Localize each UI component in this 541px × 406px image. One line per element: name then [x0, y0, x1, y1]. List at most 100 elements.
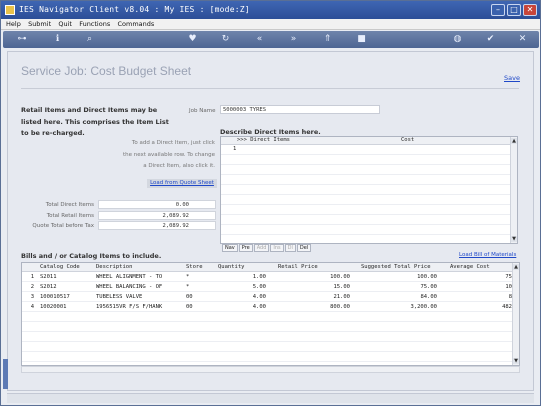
status-bar: [7, 393, 534, 403]
nav-button[interactable]: Nav: [222, 244, 238, 252]
page-title: Service Job: Cost Budget Sheet: [21, 64, 192, 78]
load-from-quote-sheet-button[interactable]: Load from Quote Sheet: [147, 179, 217, 188]
upload-icon[interactable]: ⇑: [321, 33, 334, 46]
table-row[interactable]: [221, 186, 511, 195]
heart-icon[interactable]: ♥: [186, 33, 199, 46]
description-cell: 1956515VR F/S F/HANK: [96, 304, 163, 310]
table-row[interactable]: 4 10020001 1956515VR F/S F/HANK 00 4.00 800.0…: [22, 303, 514, 312]
table-row[interactable]: [221, 226, 511, 235]
fast-forward-icon[interactable]: »: [287, 33, 300, 46]
scroll-up-icon[interactable]: ▲: [513, 264, 519, 270]
horizontal-scrollbar[interactable]: [21, 366, 520, 373]
retail-price-cell: 21.00: [333, 294, 350, 300]
store-cell: 00: [186, 304, 193, 310]
store-column: Store: [186, 264, 203, 270]
vertical-scrollbar[interactable]: ▲ ▼: [512, 263, 519, 365]
suggested-total-cell: 100.00: [417, 274, 437, 280]
table-row[interactable]: [221, 206, 511, 215]
total-direct-items-value: 0.00: [98, 200, 216, 209]
store-cell: *: [186, 284, 190, 290]
minimize-icon[interactable]: –: [491, 4, 505, 16]
retail-price-cell: 15.00: [333, 284, 350, 290]
stop-icon[interactable]: ■: [355, 33, 368, 46]
info-icon[interactable]: ℹ: [51, 33, 64, 46]
direct-items-heading: Describe Direct Items here.: [220, 128, 321, 136]
menu-help[interactable]: Help: [6, 19, 21, 30]
direct-items-grid[interactable]: >>> Direct Items Cost 1 ▲ ▼: [220, 136, 518, 244]
table-row[interactable]: [22, 323, 514, 332]
globe-icon[interactable]: ◍: [451, 33, 464, 46]
table-row[interactable]: [22, 353, 514, 362]
table-row[interactable]: [221, 176, 511, 185]
table-row[interactable]: 2 S2012 WHEEL BALANCING - OF * 5.00 15.00 75.0…: [22, 283, 514, 292]
menu-commands[interactable]: Commands: [117, 19, 154, 30]
row-number: 3: [30, 294, 34, 300]
average-cost-cell: 75: [505, 274, 512, 280]
app-window: IES Navigator Client v8.04 : My IES : [m…: [0, 0, 541, 406]
total-retail-items-value: 2,089.92: [98, 211, 216, 220]
save-link[interactable]: Save: [504, 74, 520, 82]
average-cost-column: Average Cost: [450, 264, 490, 270]
row-number: 1: [30, 274, 34, 280]
table-row[interactable]: [221, 166, 511, 175]
scroll-down-icon[interactable]: ▼: [511, 236, 517, 242]
average-cost-cell: 10: [505, 284, 512, 290]
description-cell: WHEEL BALANCING - OF: [96, 284, 163, 290]
table-row[interactable]: [221, 156, 511, 165]
scroll-up-icon[interactable]: ▲: [511, 138, 517, 144]
table-row[interactable]: 1 S2011 WHEEL ALIGNMENT - TO * 1.00 100.00 100…: [22, 273, 514, 282]
table-row[interactable]: [221, 196, 511, 205]
retail-price-cell: 100.00: [330, 274, 350, 280]
toolbar: ⊶ ℹ ⌕ ♥ ↻ « » ⇑ ■ ◍ ✔ ✕: [3, 31, 539, 48]
row-number: 4: [30, 304, 34, 310]
rewind-icon[interactable]: «: [253, 33, 266, 46]
description-cell: TUBELESS VALVE: [96, 294, 143, 300]
catalog-code-cell: 100010517: [40, 294, 70, 300]
suggested-total-cell: 3,200.00: [410, 304, 438, 310]
quantity-column: Quantity: [218, 264, 245, 270]
maximize-icon[interactable]: □: [507, 4, 521, 16]
catalog-code-cell: S2011: [40, 274, 57, 280]
del-button[interactable]: Del: [296, 244, 312, 252]
menu-functions[interactable]: Functions: [79, 19, 110, 30]
menu-quit[interactable]: Quit: [58, 19, 72, 30]
description-column: Description: [96, 264, 133, 270]
side-tab[interactable]: [3, 359, 8, 389]
description-cell: WHEEL ALIGNMENT - TO: [96, 274, 163, 280]
quantity-cell: 4.00: [252, 304, 266, 310]
close-icon[interactable]: ✕: [516, 33, 529, 46]
refresh-icon[interactable]: ↻: [219, 33, 232, 46]
search-icon[interactable]: ⌕: [83, 33, 96, 46]
quantity-cell: 5.00: [252, 284, 266, 290]
pre-button[interactable]: Pre: [238, 244, 253, 252]
intro-line: listed here. This comprises the Item Lis…: [21, 117, 169, 126]
close-window-icon[interactable]: ✕: [523, 4, 537, 16]
catalog-code-cell: 10020001: [40, 304, 67, 310]
hint-line: a Direct Item, also click it.: [143, 163, 215, 169]
retail-price-column: Retail Price: [278, 264, 318, 270]
suggested-total-cell: 75.00: [420, 284, 437, 290]
vertical-scrollbar[interactable]: ▲ ▼: [510, 137, 517, 243]
intro-text: Retail Items and Direct Items may be lis…: [21, 105, 181, 140]
catalog-items-grid[interactable]: Catalog Code Description Store Quantity …: [21, 262, 520, 366]
dl-button[interactable]: Dl: [284, 244, 296, 252]
table-row[interactable]: [22, 313, 514, 322]
ins-button[interactable]: Ins: [270, 244, 284, 252]
table-row[interactable]: 1: [221, 146, 511, 155]
table-row[interactable]: [221, 216, 511, 225]
load-bill-of-materials-link[interactable]: Load Bill of Materials: [459, 252, 516, 258]
divider: [21, 88, 519, 89]
table-row[interactable]: [22, 333, 514, 342]
table-row[interactable]: 3 100010517 TUBELESS VALVE 00 4.00 21.00 84.00…: [22, 293, 514, 302]
menu-submit[interactable]: Submit: [28, 19, 51, 30]
table-row[interactable]: [22, 343, 514, 352]
add-button[interactable]: Add: [253, 244, 270, 252]
store-cell: *: [186, 274, 190, 280]
job-name-field[interactable]: 5000003 TYRES: [220, 105, 380, 114]
quote-total-label: Quote Total before Tax: [32, 223, 94, 229]
key-icon[interactable]: ⊶: [11, 33, 33, 46]
scroll-down-icon[interactable]: ▼: [513, 358, 519, 364]
hint-text: To add a Direct Item, just click the nex…: [119, 138, 215, 173]
check-icon[interactable]: ✔: [484, 33, 497, 46]
quantity-cell: 4.00: [252, 294, 266, 300]
